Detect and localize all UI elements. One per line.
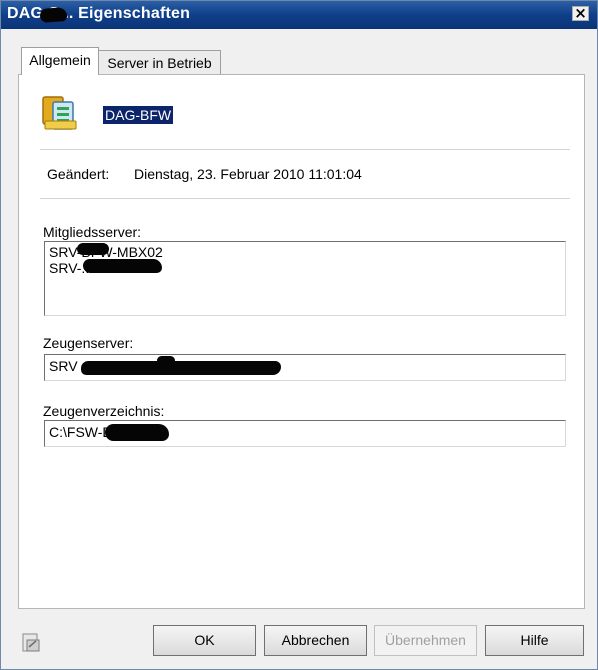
- ok-button[interactable]: OK: [153, 625, 256, 656]
- general-tab-panel: DAG-BFW Geändert: Dienstag, 23. Februar …: [18, 74, 585, 609]
- redaction-mark: [77, 243, 109, 255]
- close-button[interactable]: ×: [572, 6, 589, 21]
- property-page-icon: [22, 633, 40, 652]
- tab-servers-in-operation[interactable]: Server in Betrieb: [98, 50, 221, 74]
- changed-label: Geändert:: [47, 166, 110, 182]
- witness-server-value: SRV: [49, 358, 78, 374]
- tab-general[interactable]: Allgemein: [21, 47, 99, 75]
- changed-value: Dienstag, 23. Februar 2010 11:01:04: [134, 166, 362, 182]
- member-servers-label: Mitgliedsserver:: [43, 224, 142, 240]
- title-bar[interactable]: DAG-S... Eigenschaften ×: [1, 1, 597, 29]
- redaction-mark: [157, 356, 175, 365]
- witness-server-field[interactable]: SRV: [44, 354, 566, 381]
- window-title: DAG-S... Eigenschaften: [7, 5, 191, 22]
- separator-top: [40, 149, 570, 151]
- witness-server-label: Zeugenserver:: [43, 335, 134, 351]
- redaction-mark: [39, 7, 68, 23]
- apply-button[interactable]: Übernehmen: [374, 625, 477, 656]
- witness-directory-field[interactable]: C:\FSW-D: [44, 420, 566, 447]
- cancel-button[interactable]: Abbrechen: [264, 625, 367, 656]
- database-availability-group-icon: [42, 96, 77, 130]
- help-button[interactable]: Hilfe: [485, 625, 584, 656]
- redaction-mark: [81, 361, 281, 375]
- witness-directory-label: Zeugenverzeichnis:: [43, 403, 165, 419]
- redaction-mark: [83, 259, 162, 273]
- dag-name-selected[interactable]: DAG-BFW: [103, 106, 174, 124]
- member-server-item[interactable]: SRV-BFW-MBX02: [49, 244, 561, 260]
- member-servers-list[interactable]: SRV-BFW-MBX02 SRV-......01: [44, 241, 566, 316]
- separator-middle: [40, 198, 570, 200]
- properties-window: DAG-S... Eigenschaften × Allgemein Serve…: [0, 0, 598, 670]
- redaction-mark: [105, 424, 169, 441]
- witness-directory-value: C:\FSW-D: [49, 424, 113, 440]
